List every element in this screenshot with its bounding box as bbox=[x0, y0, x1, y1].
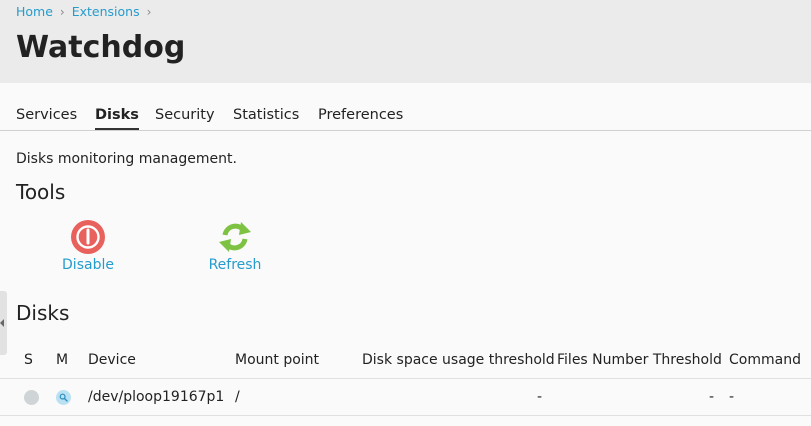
breadcrumb: Home › Extensions › bbox=[16, 4, 158, 19]
column-header-monitor[interactable]: M bbox=[56, 341, 68, 378]
power-off-icon bbox=[71, 220, 105, 254]
column-header-disk-space-threshold[interactable]: Disk space usage threshold bbox=[362, 341, 555, 378]
column-header-status[interactable]: S bbox=[24, 341, 33, 378]
table-row: /dev/ploop19167p1 / - - - bbox=[0, 379, 811, 416]
tools-section-title: Tools bbox=[16, 180, 66, 204]
chevron-right-icon: › bbox=[59, 4, 65, 19]
status-cell bbox=[24, 379, 39, 415]
page-title: Watchdog bbox=[16, 30, 186, 65]
chevron-right-icon: › bbox=[146, 4, 152, 19]
disable-button-label: Disable bbox=[62, 257, 114, 273]
page-description: Disks monitoring management. bbox=[16, 151, 237, 167]
refresh-button[interactable]: Refresh bbox=[190, 219, 280, 273]
disks-section-title: Disks bbox=[16, 301, 70, 325]
mount-point-cell: / bbox=[235, 389, 240, 405]
tab-security[interactable]: Security bbox=[155, 103, 215, 128]
command-cell: - bbox=[729, 389, 735, 405]
refresh-icon bbox=[219, 222, 251, 252]
column-header-command[interactable]: Command bbox=[729, 341, 801, 378]
disk-space-threshold-cell: - bbox=[536, 389, 542, 405]
files-number-threshold-cell: - bbox=[708, 389, 714, 405]
magnifier-icon[interactable] bbox=[56, 389, 71, 405]
tab-preferences[interactable]: Preferences bbox=[318, 103, 403, 128]
column-header-mount-point[interactable]: Mount point bbox=[235, 341, 319, 378]
tab-disks[interactable]: Disks bbox=[95, 103, 139, 130]
breadcrumb-extensions-link[interactable]: Extensions bbox=[72, 4, 140, 19]
column-header-files-number-threshold[interactable]: Files Number Threshold bbox=[557, 341, 722, 378]
tab-bar: Services Disks Security Statistics Prefe… bbox=[0, 103, 811, 131]
breadcrumb-home-link[interactable]: Home bbox=[16, 4, 53, 19]
disable-button[interactable]: Disable bbox=[43, 219, 133, 273]
status-inactive-icon bbox=[24, 389, 39, 405]
tab-statistics[interactable]: Statistics bbox=[233, 103, 299, 128]
refresh-button-label: Refresh bbox=[208, 257, 262, 273]
device-cell: /dev/ploop19167p1 bbox=[88, 389, 225, 405]
monitor-cell bbox=[56, 379, 71, 415]
tab-services[interactable]: Services bbox=[16, 103, 77, 128]
disks-table-header: S M Device Mount point Disk space usage … bbox=[0, 341, 811, 379]
column-header-device[interactable]: Device bbox=[88, 341, 136, 378]
page-header: Home › Extensions › Watchdog bbox=[0, 0, 811, 83]
